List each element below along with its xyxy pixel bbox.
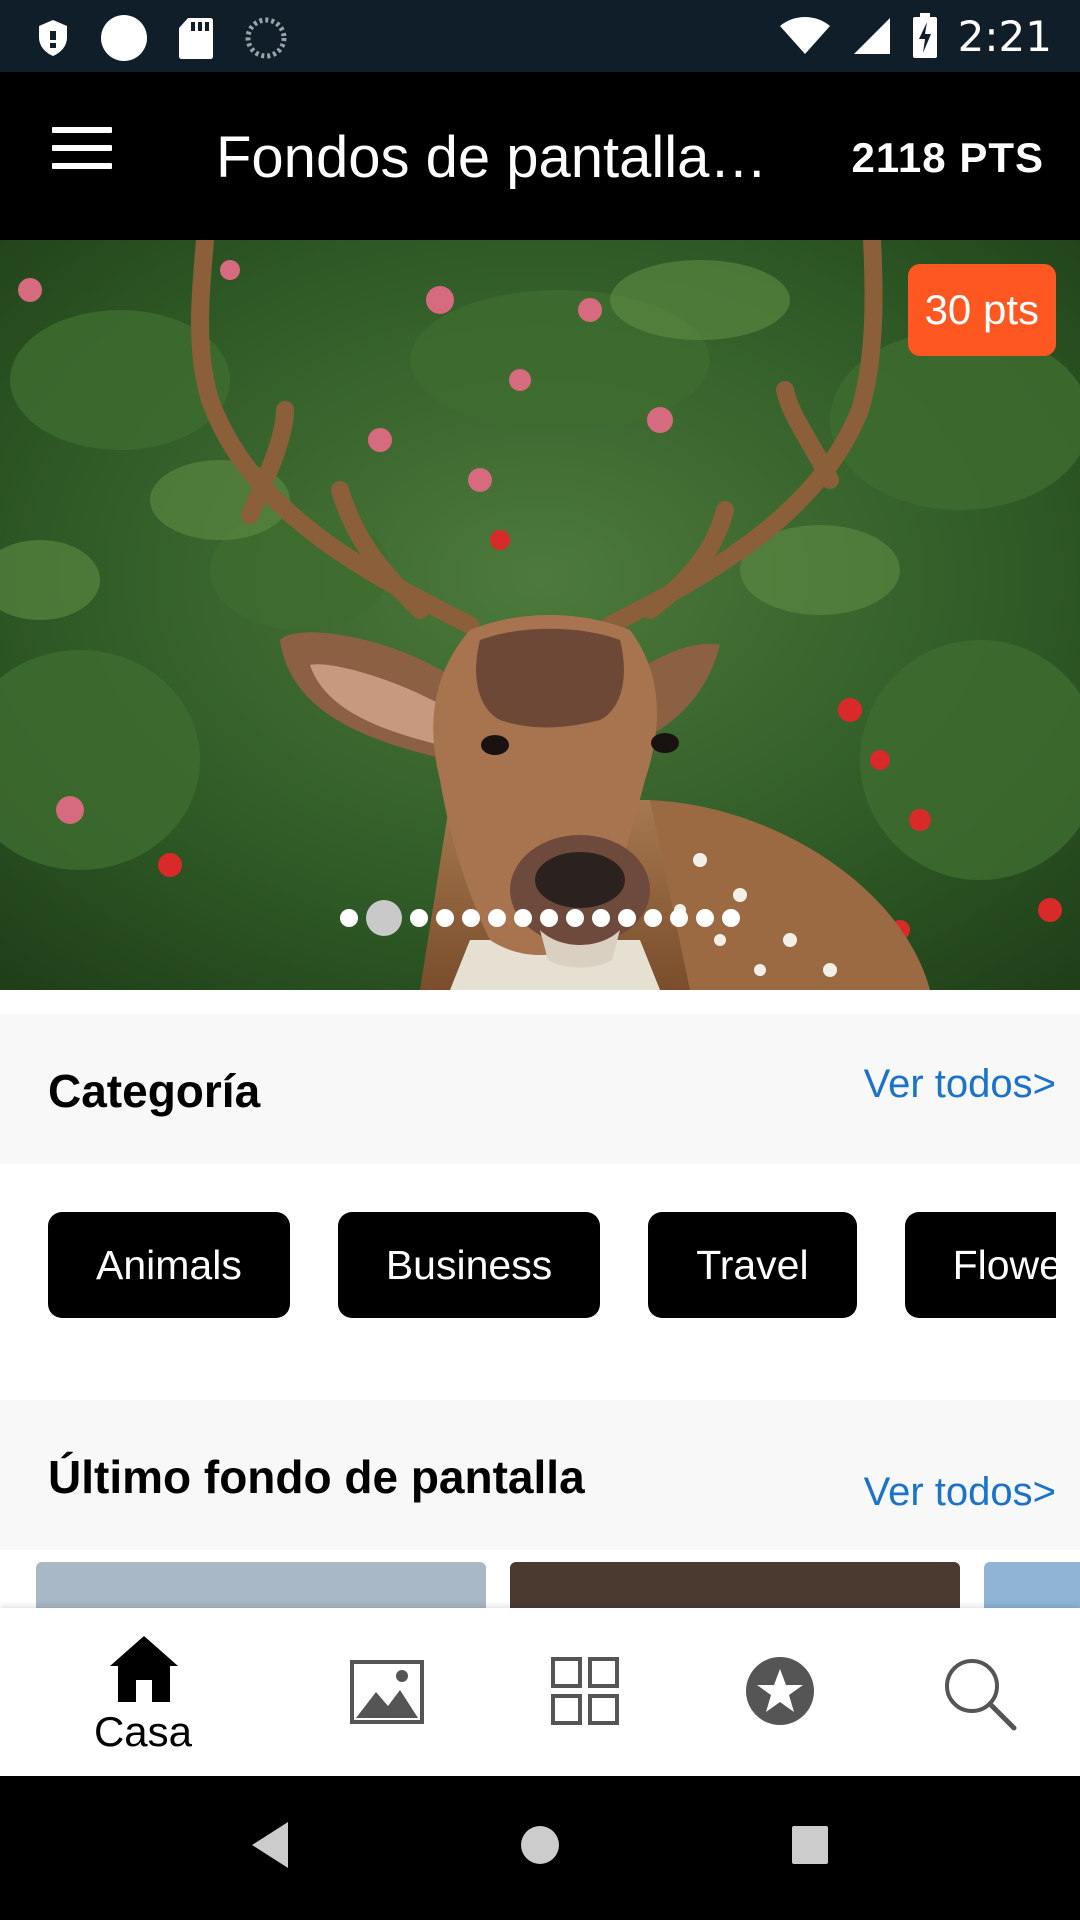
latest-wallpaper-list: [0, 1562, 1080, 1608]
carousel-dot[interactable]: [670, 909, 688, 927]
bottom-navigation: Casa: [0, 1608, 1080, 1776]
app-bar: Fondos de pantalla… 2118 PTS: [0, 72, 1080, 240]
points-cost-badge[interactable]: 30 pts: [907, 264, 1056, 356]
points-balance[interactable]: 2118 PTS: [852, 134, 1044, 182]
carousel-dot[interactable]: [340, 909, 358, 927]
nav-home[interactable]: Casa: [70, 1608, 216, 1776]
latest-header: Último fondo de pantalla Ver todos>: [0, 1400, 1080, 1550]
wallpaper-thumbnail[interactable]: [510, 1562, 960, 1608]
nav-favorites[interactable]: [730, 1608, 830, 1776]
sd-card-icon: [179, 18, 213, 59]
carousel-dot[interactable]: [436, 909, 454, 927]
system-navigation-bar: [0, 1776, 1080, 1920]
cell-signal-icon: [853, 18, 890, 54]
image-icon: [350, 1660, 424, 1724]
carousel-dot[interactable]: [696, 909, 714, 927]
carousel-dot[interactable]: [462, 909, 480, 927]
category-chip-travel[interactable]: Travel: [648, 1212, 857, 1318]
star-badge-icon: [746, 1657, 814, 1725]
wallpaper-thumbnail[interactable]: [36, 1562, 486, 1608]
grid-icon: [551, 1657, 619, 1725]
status-bar: 2:21: [0, 0, 1080, 72]
category-list: Animals Business Travel Flowers: [48, 1212, 1056, 1318]
carousel-dot[interactable]: [566, 909, 584, 927]
latest-title: Último fondo de pantalla: [48, 1451, 585, 1503]
carousel-indicator: [0, 900, 1080, 936]
nav-wallpapers[interactable]: [336, 1608, 436, 1776]
home-circle-icon[interactable]: [520, 1820, 560, 1870]
carousel-dot[interactable]: [488, 909, 506, 927]
nav-home-label: Casa: [93, 1708, 193, 1755]
hero-banner[interactable]: 30 pts: [0, 240, 1080, 990]
category-header: Categoría Ver todos>: [0, 1014, 1080, 1164]
category-chip-animals[interactable]: Animals: [48, 1212, 290, 1318]
carousel-dot[interactable]: [644, 909, 662, 927]
page-title: Fondos de pantalla…: [216, 125, 768, 190]
recents-icon[interactable]: [790, 1820, 830, 1870]
carousel-dot[interactable]: [540, 909, 558, 927]
category-chip-flowers[interactable]: Flowers: [904, 1212, 1056, 1318]
carousel-dot[interactable]: [366, 900, 402, 936]
search-icon: [945, 1659, 1017, 1731]
back-icon[interactable]: [250, 1820, 290, 1870]
category-title: Categoría: [48, 1065, 261, 1117]
battery-charging-icon: [912, 13, 937, 58]
carousel-dot[interactable]: [514, 909, 532, 927]
latest-see-all-link[interactable]: Ver todos>: [864, 1470, 1056, 1515]
carousel-dot[interactable]: [410, 909, 428, 927]
carousel-dot[interactable]: [722, 909, 740, 927]
hamburger-menu-icon[interactable]: [52, 127, 112, 173]
sync-icon: [245, 17, 287, 59]
nav-search[interactable]: [930, 1608, 1030, 1776]
nav-categories[interactable]: [534, 1608, 634, 1776]
category-see-all-link[interactable]: Ver todos>: [864, 1062, 1056, 1107]
wallpaper-thumbnail[interactable]: [984, 1562, 1080, 1608]
carousel-dot[interactable]: [618, 909, 636, 927]
wifi-icon: [779, 17, 830, 54]
circle-notification-icon: [101, 15, 147, 61]
shield-icon: [39, 20, 67, 56]
carousel-dot[interactable]: [592, 909, 610, 927]
clock: 2:21: [957, 11, 1052, 61]
category-chip-business[interactable]: Business: [337, 1212, 601, 1318]
home-icon: [110, 1636, 178, 1702]
